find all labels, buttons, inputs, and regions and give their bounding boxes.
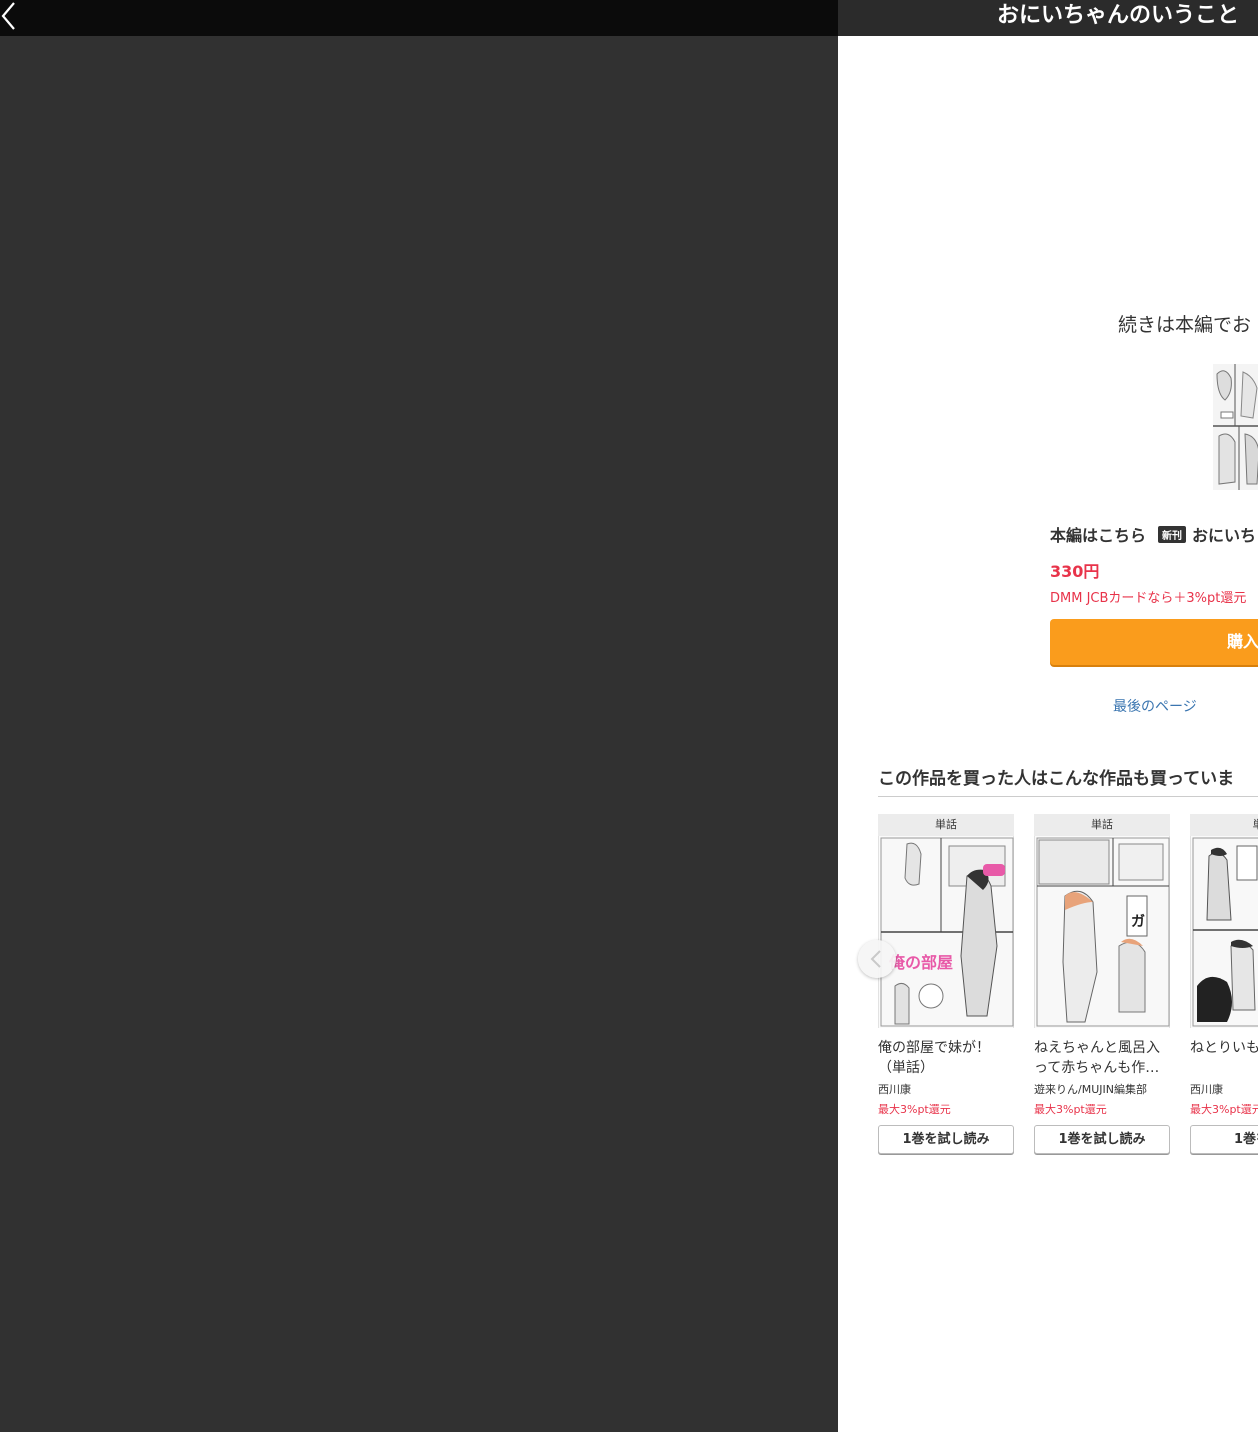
new-release-badge: 新刊	[1158, 526, 1186, 543]
trial-read-button[interactable]: 1巻を試し読み	[878, 1125, 1014, 1154]
format-badge: 単話	[878, 814, 1014, 836]
point-return: 最大3%pt還元	[1034, 1103, 1107, 1116]
book-author[interactable]: 遊来りん/MUJIN編集部	[1034, 1081, 1170, 1097]
main-volume-title[interactable]: おにいち	[1192, 522, 1256, 546]
format-badge: 単	[1190, 814, 1258, 836]
main-volume-price: 330円	[1050, 562, 1100, 581]
continue-message: 続きは本編でお	[1118, 314, 1252, 336]
format-badge: 単話	[1034, 814, 1170, 836]
chevron-left-icon	[870, 950, 881, 968]
main-volume-label: 本編はこちら	[1050, 526, 1147, 545]
book-title[interactable]: ねとりいも話）	[1190, 1038, 1258, 1078]
book-author[interactable]: 西川康	[1190, 1081, 1258, 1097]
recommendations-heading: この作品を買った人はこんな作品も買っていま	[878, 769, 1235, 789]
svg-text:ガ: ガ	[1131, 914, 1145, 930]
trial-read-button[interactable]: 1巻を試し読み	[1034, 1125, 1170, 1154]
recommend-card[interactable]: 単話 俺の部屋 俺の部屋で妹が！（単話） 西川康 最大3%pt還元 1巻を試し読…	[878, 814, 1014, 1154]
recommend-card[interactable]: 単 ねとりいも話） 西川康 最大3%pt還元 1巻を試	[1190, 814, 1258, 1154]
book-title[interactable]: ねえちゃんと風呂入って赤ちゃんも作…	[1034, 1038, 1170, 1078]
purchase-button[interactable]: 購入	[1050, 619, 1258, 665]
svg-text:俺の部屋: 俺の部屋	[888, 953, 953, 972]
book-title[interactable]: 俺の部屋で妹が！（単話）	[878, 1038, 1014, 1078]
book-cover[interactable]: ガ	[1034, 836, 1170, 1028]
point-return: 最大3%pt還元	[878, 1103, 951, 1116]
page-title: おにいちゃんのいうこと	[838, 0, 1258, 36]
book-cover[interactable]: 俺の部屋	[878, 836, 1014, 1028]
recommendations-divider	[878, 796, 1258, 797]
chevron-left-icon[interactable]	[0, 0, 24, 32]
last-page-link[interactable]: 最後のページ	[1113, 696, 1197, 716]
carousel-prev-button[interactable]	[858, 940, 896, 978]
point-return: 最大3%pt還元	[1190, 1103, 1258, 1116]
main-volume-cover[interactable]	[1213, 364, 1258, 490]
jcb-point-note: DMM JCBカードなら＋3%pt還元	[1050, 591, 1247, 606]
end-of-preview-panel: 続きは本編でお 本編はこちら 新刊 おにいち 330円 DMM JCBカードなら…	[838, 36, 1258, 1432]
book-author[interactable]: 西川康	[878, 1081, 1014, 1097]
recommend-card[interactable]: 単話 ガ ねえちゃんと風呂入って赤ちゃんも作… 遊来りん/MUJIN編集部 最大…	[1034, 814, 1170, 1154]
book-cover[interactable]	[1190, 836, 1258, 1028]
trial-read-button[interactable]: 1巻を試	[1190, 1125, 1258, 1154]
